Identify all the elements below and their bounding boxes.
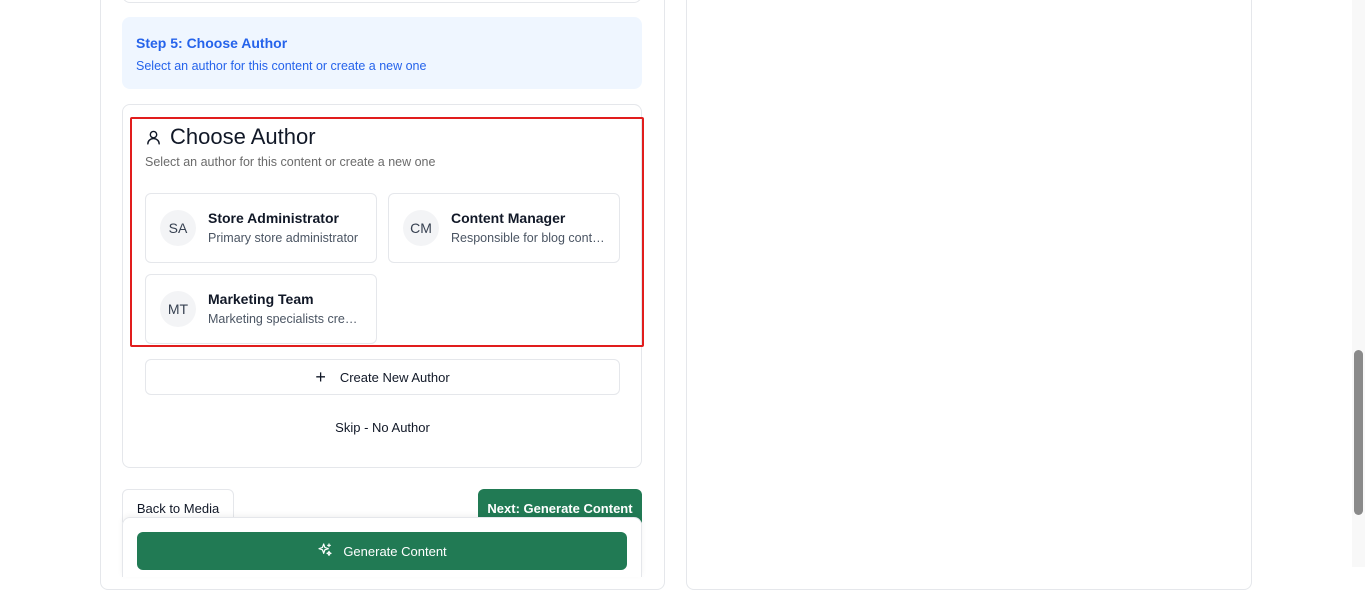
step-title: Step 5: Choose Author: [136, 35, 288, 51]
create-new-author-label: Create New Author: [339, 369, 450, 385]
author-option-content-manager[interactable]: CM Content Manager Responsible for blog …: [388, 193, 620, 263]
author-description: Responsible for blog content: [451, 231, 606, 245]
avatar: CM: [403, 210, 439, 246]
skip-no-author-button[interactable]: Skip - No Author: [145, 412, 620, 442]
author-option-store-administrator[interactable]: SA Store Administrator Primary store adm…: [145, 193, 377, 263]
step-subtitle: Select an author for this content or cre…: [136, 59, 427, 73]
choose-author-header: Choose Author: [145, 124, 316, 150]
author-name: Marketing Team: [208, 291, 314, 307]
choose-author-subtitle: Select an author for this content or cre…: [145, 155, 436, 169]
generate-content-label: Generate Content: [343, 543, 447, 559]
author-name: Content Manager: [451, 210, 566, 226]
author-name: Store Administrator: [208, 210, 339, 226]
avatar: SA: [160, 210, 196, 246]
plus-icon: +: [315, 367, 326, 387]
sparkles-icon: [317, 542, 333, 561]
user-icon: [145, 129, 162, 146]
generate-content-button[interactable]: Generate Content: [137, 532, 627, 570]
previous-card: [122, 0, 642, 3]
author-option-marketing-team[interactable]: MT Marketing Team Marketing specialists …: [145, 274, 377, 344]
right-panel: [686, 0, 1252, 590]
step-banner: Step 5: Choose Author Select an author f…: [122, 17, 642, 89]
choose-author-title: Choose Author: [170, 124, 316, 149]
create-new-author-button[interactable]: + Create New Author: [145, 359, 620, 395]
author-description: Marketing specialists creating content: [208, 312, 363, 326]
avatar: MT: [160, 291, 196, 327]
author-description: Primary store administrator: [208, 231, 359, 245]
scrollbar-thumb[interactable]: [1354, 350, 1363, 515]
